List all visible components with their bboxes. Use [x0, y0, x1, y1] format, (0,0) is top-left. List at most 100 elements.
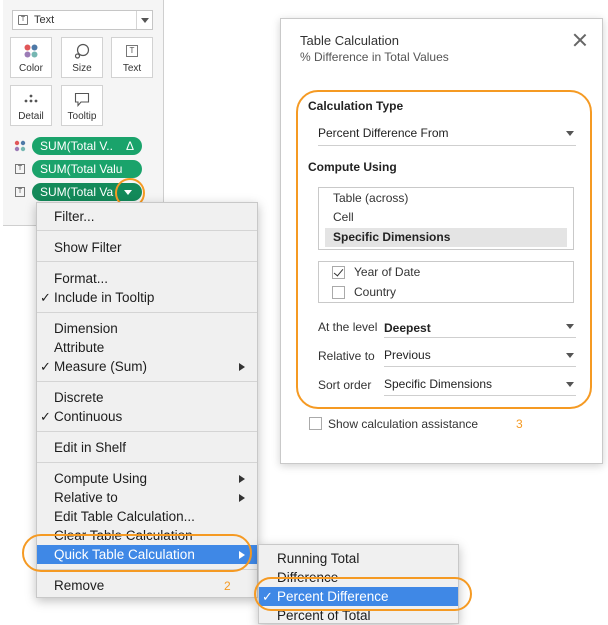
submenu-arrow-icon	[239, 363, 245, 371]
menu-divider	[37, 230, 257, 231]
menu-item-filter[interactable]: Filter...	[37, 207, 257, 226]
chevron-down-icon	[566, 131, 574, 136]
measure-pill[interactable]: SUM(Total V.. Δ	[32, 137, 142, 155]
show-calculation-assistance-checkbox[interactable]	[309, 417, 322, 430]
text-t-icon: T	[14, 163, 26, 175]
color-dots-icon	[23, 42, 39, 60]
menu-item-attribute[interactable]: Attribute	[37, 338, 257, 357]
detail-button-label: Detail	[18, 111, 44, 122]
text-button[interactable]: T Text	[111, 37, 153, 78]
pill-row: T SUM(Total Valu	[14, 159, 142, 179]
menu-item-dimension[interactable]: Dimension	[37, 319, 257, 338]
show-calculation-assistance-label: Show calculation assistance	[328, 417, 479, 431]
checkmark-icon: ✓	[40, 409, 51, 424]
select-underline	[384, 366, 576, 367]
country-checkbox[interactable]	[332, 286, 345, 299]
submenu-arrow-icon	[239, 494, 245, 502]
text-mark-icon: T	[18, 15, 28, 25]
menu-item-relative-to[interactable]: Relative to	[37, 488, 257, 507]
checkmark-icon: ✓	[40, 359, 51, 374]
annotation-number-2: 2	[224, 579, 231, 593]
menu-item-edit-in-shelf[interactable]: Edit in Shelf	[37, 438, 257, 457]
menu-item-label: Compute Using	[54, 471, 148, 486]
menu-item-label: Continuous	[54, 409, 123, 424]
annotation-ring-percent-difference	[254, 577, 472, 611]
calculation-type-label: Calculation Type	[308, 99, 404, 113]
relative-to-value: Previous	[384, 348, 431, 362]
pill-label: SUM(Total Va	[40, 185, 114, 199]
annotation-ring-2	[22, 534, 252, 572]
color-button[interactable]: Color	[10, 37, 52, 78]
year-of-date-checkbox[interactable]	[332, 266, 345, 279]
pill-row: SUM(Total V.. Δ	[14, 136, 142, 156]
menu-item-label: Include in Tooltip	[54, 290, 155, 305]
menu-item-measure[interactable]: ✓ Measure (Sum)	[37, 357, 257, 376]
menu-divider	[37, 462, 257, 463]
dimensions-list: Year of Date Country	[318, 261, 574, 303]
size-bubble-icon	[74, 42, 90, 60]
chevron-down-icon[interactable]	[136, 11, 152, 29]
relative-to-select[interactable]: Previous	[384, 348, 576, 366]
dialog-subtitle: % Difference in Total Values	[300, 50, 449, 64]
select-underline	[384, 337, 576, 338]
measure-pill[interactable]: SUM(Total Valu	[32, 160, 142, 178]
sort-order-select[interactable]: Specific Dimensions	[384, 377, 576, 395]
year-of-date-label: Year of Date	[354, 265, 421, 279]
table-calc-delta-icon: Δ	[125, 139, 134, 153]
pill-label: SUM(Total Valu	[40, 162, 123, 176]
menu-item-edit-table-calculation[interactable]: Edit Table Calculation...	[37, 507, 257, 526]
tooltip-button-label: Tooltip	[67, 111, 97, 122]
chevron-down-icon	[566, 353, 574, 358]
text-t-icon: T	[126, 42, 138, 60]
mark-type-dropdown[interactable]: T Text	[12, 10, 153, 30]
at-the-level-label: At the level	[318, 320, 378, 334]
at-the-level-value: Deepest	[384, 321, 431, 335]
submenu-item-running-total[interactable]: Running Total	[259, 549, 458, 568]
close-icon[interactable]	[573, 33, 586, 46]
at-the-level-select[interactable]: Deepest	[384, 319, 576, 337]
compute-using-label: Compute Using	[308, 160, 397, 174]
detail-dots-icon	[23, 90, 39, 108]
submenu-arrow-icon	[239, 475, 245, 483]
size-button-label: Size	[72, 63, 92, 74]
table-calculation-dialog: Table Calculation % Difference in Total …	[280, 18, 603, 464]
text-button-label: Text	[122, 63, 142, 74]
compute-option-specific-dimensions[interactable]: Specific Dimensions	[325, 228, 567, 247]
dialog-title: Table Calculation	[300, 33, 400, 48]
compute-option-cell[interactable]: Cell	[325, 208, 567, 227]
relative-to-label: Relative to	[318, 349, 375, 363]
country-label: Country	[354, 285, 397, 299]
chevron-down-icon	[566, 382, 574, 387]
color-button-label: Color	[19, 63, 43, 74]
select-underline	[318, 145, 576, 146]
menu-item-continuous[interactable]: ✓ Continuous	[37, 407, 257, 426]
annotation-number-3: 3	[516, 417, 523, 431]
tooltip-speech-icon	[74, 90, 90, 108]
compute-using-list[interactable]: Table (across) Cell Specific Dimensions	[318, 187, 574, 250]
calculation-type-select[interactable]: Percent Difference From	[318, 126, 576, 144]
menu-divider	[37, 312, 257, 313]
menu-item-discrete[interactable]: Discrete	[37, 388, 257, 407]
menu-item-label: Relative to	[54, 490, 118, 505]
calculation-type-value: Percent Difference From	[318, 126, 449, 140]
menu-divider	[37, 261, 257, 262]
detail-button[interactable]: Detail	[10, 85, 52, 126]
tooltip-button[interactable]: Tooltip	[61, 85, 103, 126]
compute-option-table-across[interactable]: Table (across)	[325, 189, 567, 208]
menu-item-include-in-tooltip[interactable]: ✓ Include in Tooltip	[37, 288, 257, 307]
size-button[interactable]: Size	[61, 37, 103, 78]
text-t-icon: T	[14, 186, 26, 198]
menu-item-compute-using[interactable]: Compute Using	[37, 469, 257, 488]
menu-item-show-filter[interactable]: Show Filter	[37, 238, 257, 257]
chevron-down-icon	[566, 324, 574, 329]
sort-order-label: Sort order	[318, 378, 372, 392]
mark-type-label: Text	[34, 14, 55, 26]
select-underline	[384, 395, 576, 396]
menu-divider	[37, 431, 257, 432]
color-dots-icon	[14, 140, 26, 152]
menu-item-label: Measure (Sum)	[54, 359, 148, 374]
sort-order-value: Specific Dimensions	[384, 377, 493, 391]
checkmark-icon: ✓	[40, 290, 51, 305]
menu-divider	[37, 381, 257, 382]
menu-item-format[interactable]: Format...	[37, 269, 257, 288]
